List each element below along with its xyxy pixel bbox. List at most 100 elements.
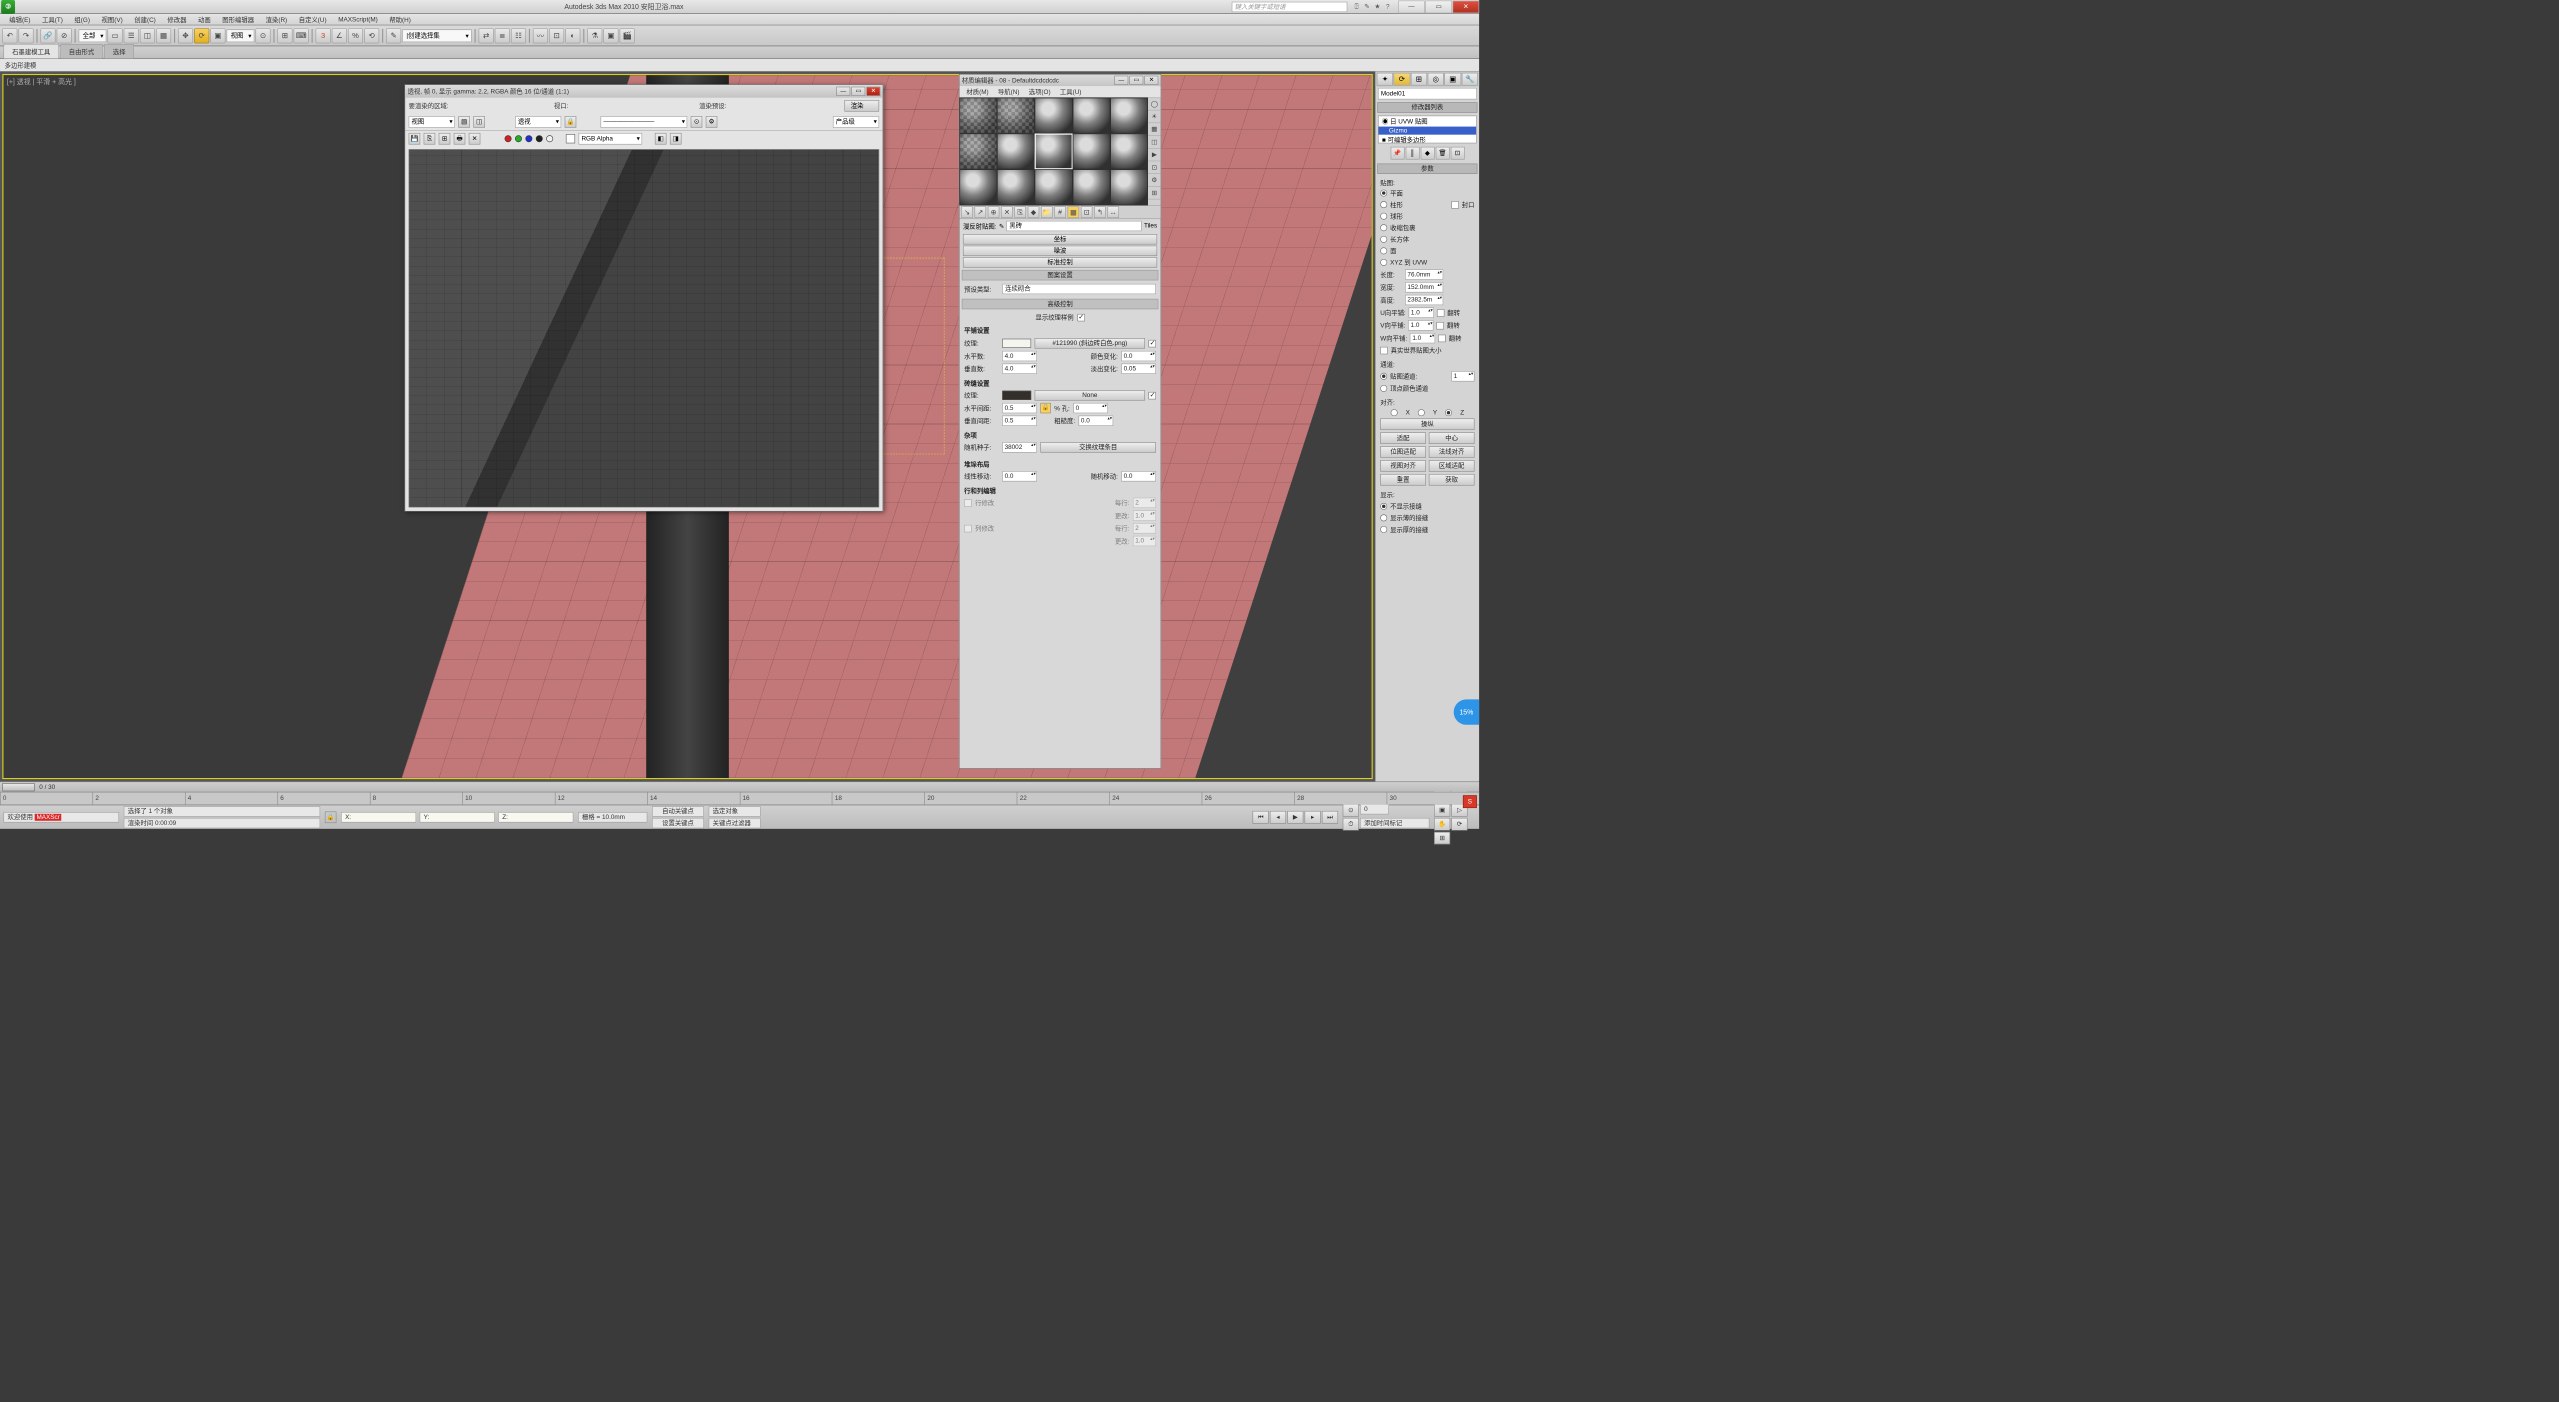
menu-tools[interactable]: 工具(T) — [36, 14, 68, 26]
blowup-icon[interactable]: ◫ — [473, 116, 485, 128]
mat-slot[interactable] — [959, 169, 997, 205]
display-tab[interactable]: ▣ — [1445, 73, 1461, 86]
menu-edit[interactable]: 编辑(E) — [3, 14, 36, 26]
clone-icon[interactable]: ⊞ — [439, 133, 451, 145]
pick-icon[interactable]: ✎ — [999, 222, 1004, 230]
preset-drop[interactable]: ———————— — [601, 116, 688, 128]
modifier-list-header[interactable]: 修改器列表 — [1377, 102, 1477, 112]
tile-use-check[interactable] — [1148, 340, 1156, 348]
save-icon[interactable]: 💾 — [409, 133, 421, 145]
channel-drop[interactable]: RGB Alpha — [579, 133, 643, 145]
production-drop[interactable]: 产品级 — [833, 116, 879, 128]
mat-id-icon[interactable]: # — [1054, 206, 1066, 218]
show-end-icon[interactable]: ⊡ — [1081, 206, 1093, 218]
mat-slot[interactable] — [1035, 98, 1073, 134]
sample-uv-icon[interactable]: ◫ — [1148, 136, 1161, 149]
mod-uvw[interactable]: ◉ 日 UVW 贴图 — [1379, 116, 1477, 126]
menu-modifiers[interactable]: 修改器 — [162, 14, 193, 26]
v-count-spinner[interactable]: 4.0 — [1002, 364, 1037, 374]
ribbon-tab-freeform[interactable]: 自由形式 — [60, 44, 103, 58]
w-tile-spinner[interactable]: 1.0 — [1410, 333, 1435, 343]
render-setup-button[interactable]: ⚗ — [587, 28, 602, 43]
align-button[interactable]: ≣ — [495, 28, 510, 43]
selkey-drop[interactable]: 选定对象 — [709, 806, 761, 816]
go-sibling-icon[interactable]: ↔ — [1107, 206, 1119, 218]
clear-icon[interactable]: ✕ — [469, 133, 481, 145]
rand-shift-spinner[interactable]: 0.0 — [1121, 471, 1156, 481]
utilities-tab[interactable]: 🔧 — [1462, 73, 1478, 86]
viewport[interactable]: [+] 透视 | 平滑 + 高光 ] 透视, 帧 0, 显示 gamma: 2.… — [0, 72, 1375, 782]
link-button[interactable]: 🔗 — [40, 28, 55, 43]
backlight-icon[interactable]: ☀ — [1148, 110, 1161, 123]
menu-views[interactable]: 视图(V) — [96, 14, 129, 26]
motion-tab[interactable]: ◎ — [1428, 73, 1444, 86]
snap-button[interactable]: 3 — [316, 28, 331, 43]
maximize-button[interactable]: ▭ — [1425, 0, 1452, 13]
menu-help[interactable]: 帮助(H) — [384, 14, 417, 26]
select-by-mat-icon[interactable]: ⊞ — [1148, 187, 1161, 200]
tile-texture-button[interactable]: #121990 (斜边砖白色.png) — [1035, 338, 1145, 348]
axis-y-radio[interactable] — [1418, 409, 1425, 416]
lock-selection-icon[interactable]: 🔒 — [325, 811, 337, 823]
object-name-field[interactable]: Model01 — [1378, 88, 1477, 100]
put-material-icon[interactable]: ↗ — [975, 206, 987, 218]
pan-button[interactable]: ✋ — [1434, 818, 1450, 831]
schematic-button[interactable]: ⊡ — [549, 28, 564, 43]
map-planar-radio[interactable] — [1380, 190, 1387, 197]
params-header[interactable]: 参数 — [1377, 164, 1477, 174]
key-mode-button[interactable]: ⊙ — [1343, 804, 1359, 817]
render-button[interactable]: 🎬 — [620, 28, 635, 43]
material-slots[interactable] — [959, 98, 1147, 206]
mono-channel[interactable] — [546, 135, 553, 142]
h-count-spinner[interactable]: 4.0 — [1002, 351, 1037, 361]
show-map-icon[interactable]: ▦ — [1068, 206, 1080, 218]
axis-x-radio[interactable] — [1391, 409, 1398, 416]
realworld-check[interactable] — [1380, 347, 1388, 355]
mat-min[interactable]: — — [1114, 76, 1128, 85]
make-unique-icon[interactable]: ◆ — [1420, 147, 1434, 160]
tile-color-swatch[interactable] — [1002, 339, 1031, 348]
prev-frame-button[interactable]: ◂ — [1270, 811, 1286, 824]
width-spinner[interactable]: 152.0mm — [1405, 282, 1443, 292]
menu-animation[interactable]: 动画 — [192, 14, 216, 26]
next-frame-button[interactable]: ▸ — [1305, 811, 1321, 824]
time-slider-handle[interactable] — [2, 783, 34, 791]
swap-textures-button[interactable]: 交换纹理条目 — [1040, 442, 1156, 452]
mat-slot[interactable] — [959, 98, 997, 134]
mat-slot-selected[interactable] — [1035, 134, 1073, 170]
mat-close[interactable]: ✕ — [1144, 76, 1158, 85]
noise-rollout[interactable]: 噪波 — [963, 246, 1157, 256]
mat-slot[interactable] — [1073, 169, 1111, 205]
move-button[interactable]: ✥ — [178, 28, 193, 43]
ref-coord-drop[interactable]: 视图 — [227, 29, 255, 42]
zoom-ext-button[interactable]: ▣ — [1434, 804, 1450, 817]
w-flip-check[interactable] — [1438, 334, 1446, 342]
u-flip-check[interactable] — [1437, 309, 1445, 317]
goto-start-button[interactable]: ⏮ — [1253, 811, 1269, 824]
render-win-max[interactable]: ▭ — [851, 87, 865, 96]
standard-rollout[interactable]: 标准控制 — [963, 257, 1157, 267]
mat-slot[interactable] — [1110, 134, 1148, 170]
overlay-icon[interactable]: ◧ — [655, 133, 667, 145]
alpha-channel[interactable] — [536, 135, 543, 142]
play-button[interactable]: ▶ — [1287, 811, 1303, 824]
region-fit-btn[interactable]: 区域适配 — [1429, 460, 1475, 472]
manipulate-btn[interactable]: 操纵 — [1380, 418, 1474, 430]
seed-spinner[interactable]: 38002 — [1002, 442, 1037, 452]
reset-map-icon[interactable]: ✕ — [1001, 206, 1013, 218]
render-frame-window[interactable]: 透视, 帧 0, 显示 gamma: 2.2, RGBA 颜色 16 位/通道 … — [405, 84, 884, 511]
mat-max[interactable]: ▭ — [1129, 76, 1143, 85]
background-icon[interactable]: ▦ — [1148, 123, 1161, 136]
selection-filter-drop[interactable]: 全部 — [79, 29, 107, 42]
render-frame-button[interactable]: ▣ — [603, 28, 618, 43]
named-sel-button[interactable]: ✎ — [386, 28, 401, 43]
grout-texture-button[interactable]: None — [1035, 390, 1145, 400]
make-unique-icon[interactable]: ◆ — [1028, 206, 1040, 218]
select-name-button[interactable]: ☰ — [124, 28, 139, 43]
material-editor-button[interactable]: ◐ — [565, 28, 580, 43]
time-slider[interactable]: 0 / 30 — [0, 781, 1479, 791]
manipulate-button[interactable]: ⊞ — [277, 28, 292, 43]
thin-seams-radio[interactable] — [1380, 514, 1387, 521]
mat-menu-material[interactable]: 材质(M) — [962, 86, 994, 97]
remove-mod-icon[interactable]: 🗑 — [1435, 147, 1449, 160]
